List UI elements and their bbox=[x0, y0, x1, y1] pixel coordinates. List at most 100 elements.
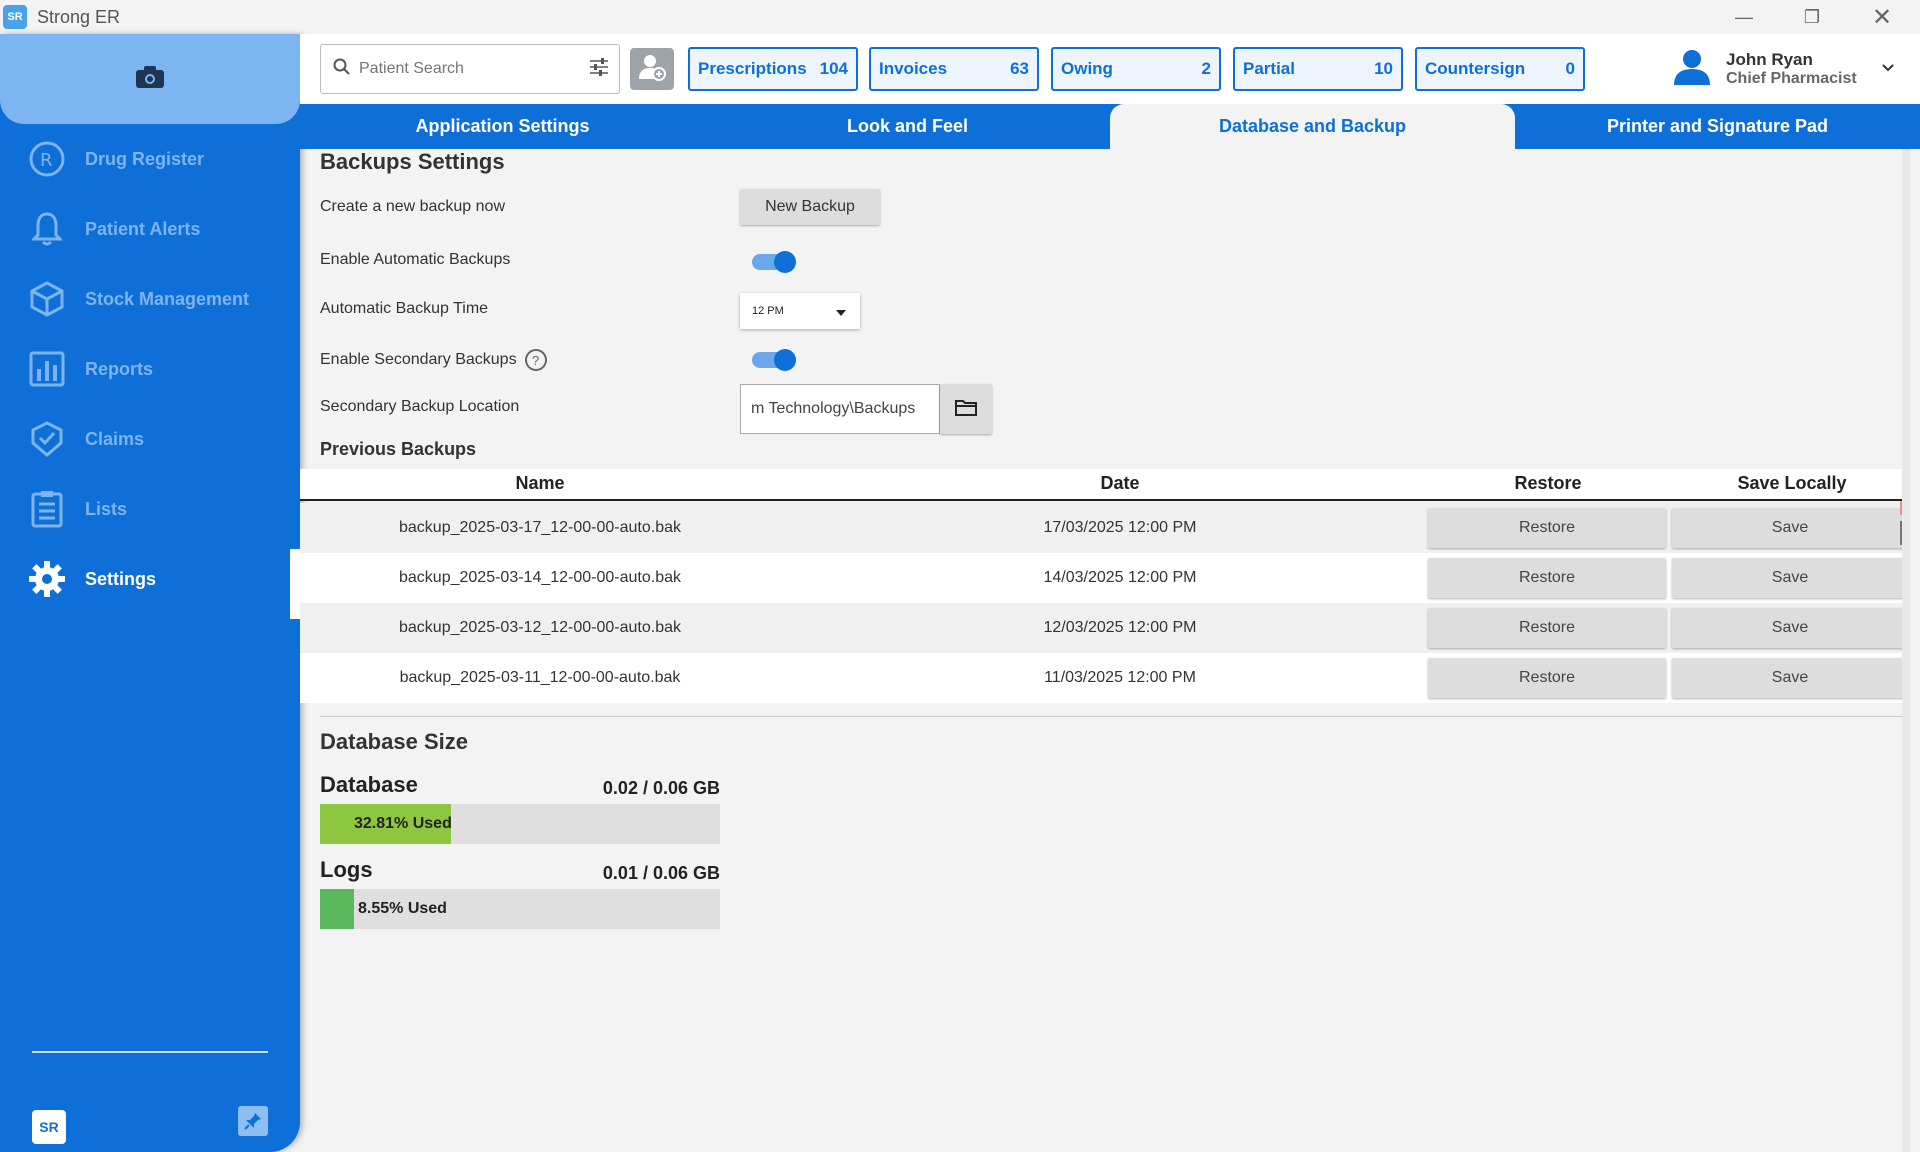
column-save-locally: Save Locally bbox=[1737, 473, 1847, 493]
backup-name: backup_2025-03-17_12-00-00-auto.bak bbox=[399, 519, 681, 536]
pin-icon[interactable] bbox=[238, 1106, 268, 1136]
title-bar: SR Strong ER — ❐ ✕ bbox=[0, 0, 1920, 34]
counter-label: Owing bbox=[1061, 59, 1113, 78]
browse-folder-button[interactable] bbox=[940, 384, 992, 434]
logs-label: Logs bbox=[320, 857, 373, 882]
backup-date: 12/03/2025 12:00 PM bbox=[1043, 619, 1197, 636]
sidebar-item-lists[interactable]: Lists bbox=[0, 479, 300, 539]
app-logo: SR bbox=[3, 5, 27, 29]
minimize-icon[interactable]: — bbox=[1714, 0, 1774, 34]
user-menu[interactable]: John Ryan Chief Pharmacist bbox=[1672, 44, 1895, 94]
counter-value: 10 bbox=[1374, 59, 1393, 78]
sidebar-item-stock-management[interactable]: Stock Management bbox=[0, 269, 300, 329]
previous-backups-title: Previous Backups bbox=[320, 439, 477, 459]
camera-icon[interactable] bbox=[135, 65, 165, 94]
auto-backups-toggle[interactable] bbox=[752, 251, 796, 273]
new-backup-button[interactable]: New Backup bbox=[740, 189, 880, 225]
svg-text:R: R bbox=[40, 150, 53, 171]
add-patient-button[interactable] bbox=[630, 48, 674, 90]
auto-backups-label: Enable Automatic Backups bbox=[320, 251, 511, 268]
table-row: backup_2025-03-11_12-00-00-auto.bak 11/0… bbox=[300, 653, 1908, 703]
sidebar-item-label: Patient Alerts bbox=[85, 218, 201, 239]
sidebar-item-settings[interactable]: Settings bbox=[0, 549, 300, 619]
backup-time-value: 12 PM bbox=[752, 305, 784, 317]
sidebar-item-label: Claims bbox=[85, 428, 145, 449]
help-icon[interactable]: ? bbox=[524, 349, 547, 371]
chevron-down-icon[interactable] bbox=[1881, 60, 1895, 78]
prescriptions-counter[interactable]: Prescriptions 104 bbox=[688, 47, 858, 91]
shield-check-icon bbox=[28, 420, 66, 458]
column-name: Name bbox=[515, 473, 565, 493]
sidebar-item-label: Reports bbox=[85, 358, 154, 379]
countersign-counter[interactable]: Countersign 0 bbox=[1415, 47, 1585, 91]
logs-usage-bar: 8.55% Used bbox=[320, 889, 720, 929]
backup-time-label: Automatic Backup Time bbox=[320, 300, 489, 317]
database-usage-value: 0.02 / 0.06 GB bbox=[602, 778, 720, 798]
restore-icon[interactable]: ❐ bbox=[1782, 0, 1842, 34]
backups-table-header: Name Date Restore Save Locally bbox=[300, 469, 1908, 501]
patient-search[interactable] bbox=[320, 44, 620, 94]
backup-location-label: Secondary Backup Location bbox=[320, 398, 520, 415]
restore-button[interactable]: Restore bbox=[1428, 658, 1666, 698]
sidebar: R Drug Register Patient Alerts Stock Man… bbox=[0, 34, 300, 1152]
save-button[interactable]: Save bbox=[1672, 608, 1908, 648]
counter-value: 2 bbox=[1201, 59, 1211, 78]
divider bbox=[320, 716, 1908, 717]
search-icon bbox=[333, 58, 351, 81]
database-backup-panel: Backups Settings Create a new backup now… bbox=[300, 149, 1908, 1152]
counter-value: 104 bbox=[819, 59, 848, 78]
backup-date: 11/03/2025 12:00 PM bbox=[1044, 669, 1196, 686]
owing-counter[interactable]: Owing 2 bbox=[1051, 47, 1221, 91]
bar-chart-icon bbox=[28, 350, 66, 388]
close-icon[interactable]: ✕ bbox=[1852, 0, 1912, 34]
tab-printer-and-signature-pad[interactable]: Printer and Signature Pad bbox=[1515, 104, 1920, 149]
rx-icon: R bbox=[28, 140, 66, 178]
table-row: backup_2025-03-12_12-00-00-auto.bak 12/0… bbox=[300, 603, 1908, 653]
tab-look-and-feel[interactable]: Look and Feel bbox=[705, 104, 1110, 149]
sidebar-item-reports[interactable]: Reports bbox=[0, 339, 300, 399]
backup-date: 14/03/2025 12:00 PM bbox=[1043, 569, 1197, 586]
sidebar-item-label: Lists bbox=[85, 498, 128, 519]
table-row: backup_2025-03-14_12-00-00-auto.bak 14/0… bbox=[300, 553, 1908, 603]
secondary-backups-toggle[interactable] bbox=[752, 349, 796, 371]
sidebar-item-label: Settings bbox=[85, 568, 157, 589]
partial-counter[interactable]: Partial 10 bbox=[1233, 47, 1403, 91]
restore-button[interactable]: Restore bbox=[1428, 608, 1666, 648]
logs-usage-fill bbox=[320, 889, 355, 929]
user-role: Chief Pharmacist bbox=[1726, 70, 1857, 87]
database-label: Database bbox=[320, 772, 418, 797]
bell-icon bbox=[28, 210, 66, 248]
tab-application-settings[interactable]: Application Settings bbox=[300, 104, 705, 149]
save-button[interactable]: Save bbox=[1672, 558, 1908, 598]
user-name: John Ryan bbox=[1726, 50, 1813, 69]
sidebar-item-claims[interactable]: Claims bbox=[0, 409, 300, 469]
counter-label: Invoices bbox=[879, 59, 948, 78]
backup-name: backup_2025-03-14_12-00-00-auto.bak bbox=[399, 569, 681, 586]
restore-button[interactable]: Restore bbox=[1428, 558, 1666, 598]
avatar bbox=[1672, 47, 1712, 92]
sidebar-item-drug-register[interactable]: R Drug Register bbox=[0, 129, 300, 189]
dropdown-arrow-icon bbox=[836, 307, 846, 319]
search-input[interactable] bbox=[359, 60, 569, 78]
backup-time-select[interactable]: 12 PM bbox=[740, 293, 860, 329]
backup-name: backup_2025-03-12_12-00-00-auto.bak bbox=[399, 619, 681, 636]
sidebar-item-patient-alerts[interactable]: Patient Alerts bbox=[0, 199, 300, 259]
backup-location-field[interactable]: m Technology\Backups bbox=[740, 384, 940, 434]
tab-database-and-backup[interactable]: Database and Backup bbox=[1110, 104, 1515, 149]
gear-icon bbox=[28, 560, 66, 598]
database-usage-bar: 32.81% Used bbox=[320, 804, 720, 844]
backup-date: 17/03/2025 12:00 PM bbox=[1043, 519, 1197, 536]
counter-label: Countersign bbox=[1425, 59, 1526, 78]
invoices-counter[interactable]: Invoices 63 bbox=[869, 47, 1039, 91]
logs-used-text: 8.55% Used bbox=[358, 900, 447, 917]
counter-value: 0 bbox=[1565, 59, 1575, 78]
save-button[interactable]: Save bbox=[1672, 508, 1908, 548]
filter-icon[interactable] bbox=[589, 57, 609, 81]
database-used-text: 32.81% Used bbox=[354, 815, 452, 832]
backup-name: backup_2025-03-11_12-00-00-auto.bak bbox=[399, 669, 681, 686]
logs-usage-value: 0.01 / 0.06 GB bbox=[602, 863, 720, 883]
save-button[interactable]: Save bbox=[1672, 658, 1908, 698]
restore-button[interactable]: Restore bbox=[1428, 508, 1666, 548]
sidebar-divider bbox=[32, 1051, 268, 1053]
page-scrollbar[interactable] bbox=[1902, 149, 1910, 1152]
